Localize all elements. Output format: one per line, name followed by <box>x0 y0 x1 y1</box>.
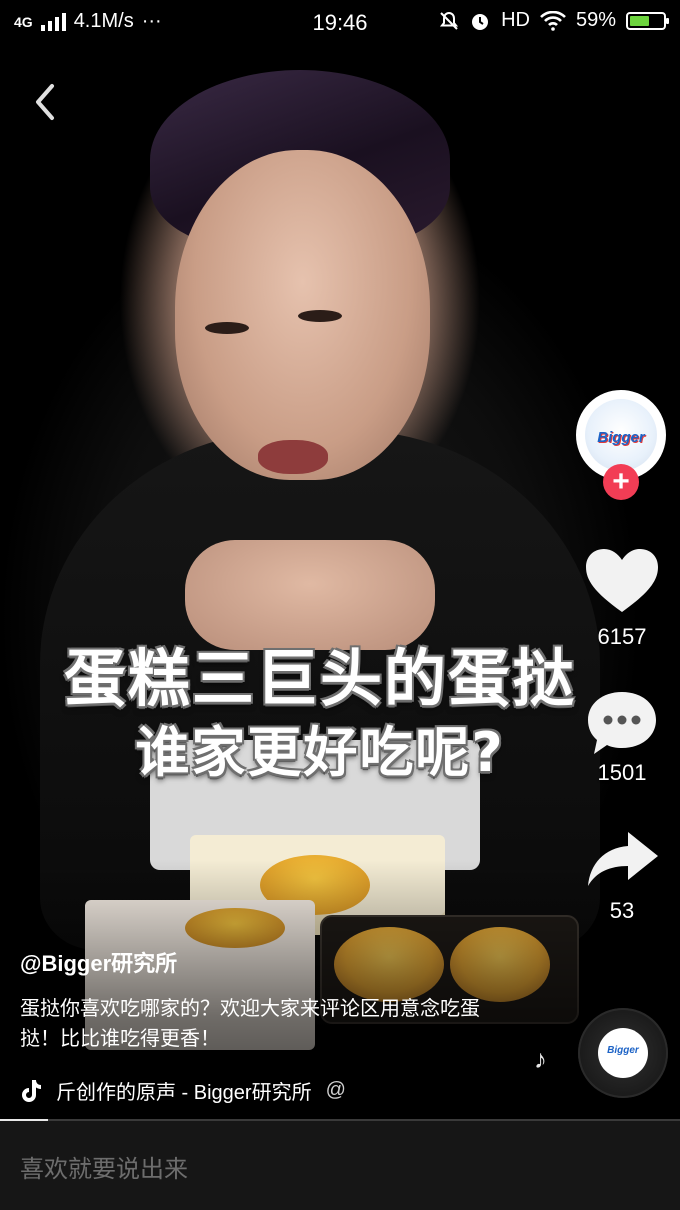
video-description: 蛋挞你喜欢吃哪家的？欢迎大家来评论区用意念吃蛋挞！比比谁吃得更香！ <box>20 998 480 1050</box>
wifi-icon <box>540 10 566 31</box>
share-count: 53 <box>609 898 635 923</box>
video-caption-line2: 谁家更好吃呢? <box>135 721 505 784</box>
heart-icon <box>586 549 658 612</box>
hd-indicator: HD <box>501 9 530 31</box>
share-button[interactable]: 53 <box>582 826 662 924</box>
music-title: 斤创作的原声 - Bigger研究所 <box>56 1082 312 1104</box>
music-disc[interactable]: Bigger <box>578 1008 668 1098</box>
share-arrow-icon <box>588 832 658 886</box>
comment-bubble-icon <box>588 692 656 754</box>
music-info[interactable]: 斤创作的原声 - Bigger研究所 @ <box>20 1076 360 1105</box>
follow-button[interactable]: + <box>603 464 639 500</box>
status-bar: 4G 4.1M/s ··· 19:46 HD 59% <box>0 0 680 46</box>
avatar-logo-text: Bigger <box>597 429 645 446</box>
tiktok-note-icon <box>22 1079 41 1102</box>
music-disc-logo: Bigger <box>598 1028 648 1078</box>
comment-bar: 喜欢就要说出来 <box>0 1121 680 1210</box>
video-person-eye <box>205 322 249 334</box>
floating-music-note-icon: ♪ <box>534 1044 547 1074</box>
video-caption-line1: 蛋糕三巨头的蛋挞 <box>63 642 576 715</box>
mute-bell-icon <box>439 11 459 30</box>
like-count: 6157 <box>597 624 647 649</box>
author-name[interactable]: @Bigger研究所 <box>20 946 177 978</box>
comment-input[interactable]: 喜欢就要说出来 <box>20 1149 188 1184</box>
battery-percent: 59% <box>575 9 616 31</box>
like-button[interactable]: 6157 <box>582 546 662 650</box>
comment-count: 1501 <box>597 760 647 785</box>
music-title-tail: @ <box>325 1079 346 1101</box>
alarm-icon <box>472 13 489 30</box>
comment-button[interactable]: 1501 <box>582 688 662 786</box>
video-person-eye <box>298 310 342 322</box>
battery-icon <box>626 11 669 30</box>
video-person-mouth <box>258 440 328 474</box>
status-right: HD 59% <box>439 9 669 32</box>
back-chevron-icon[interactable] <box>26 78 66 126</box>
